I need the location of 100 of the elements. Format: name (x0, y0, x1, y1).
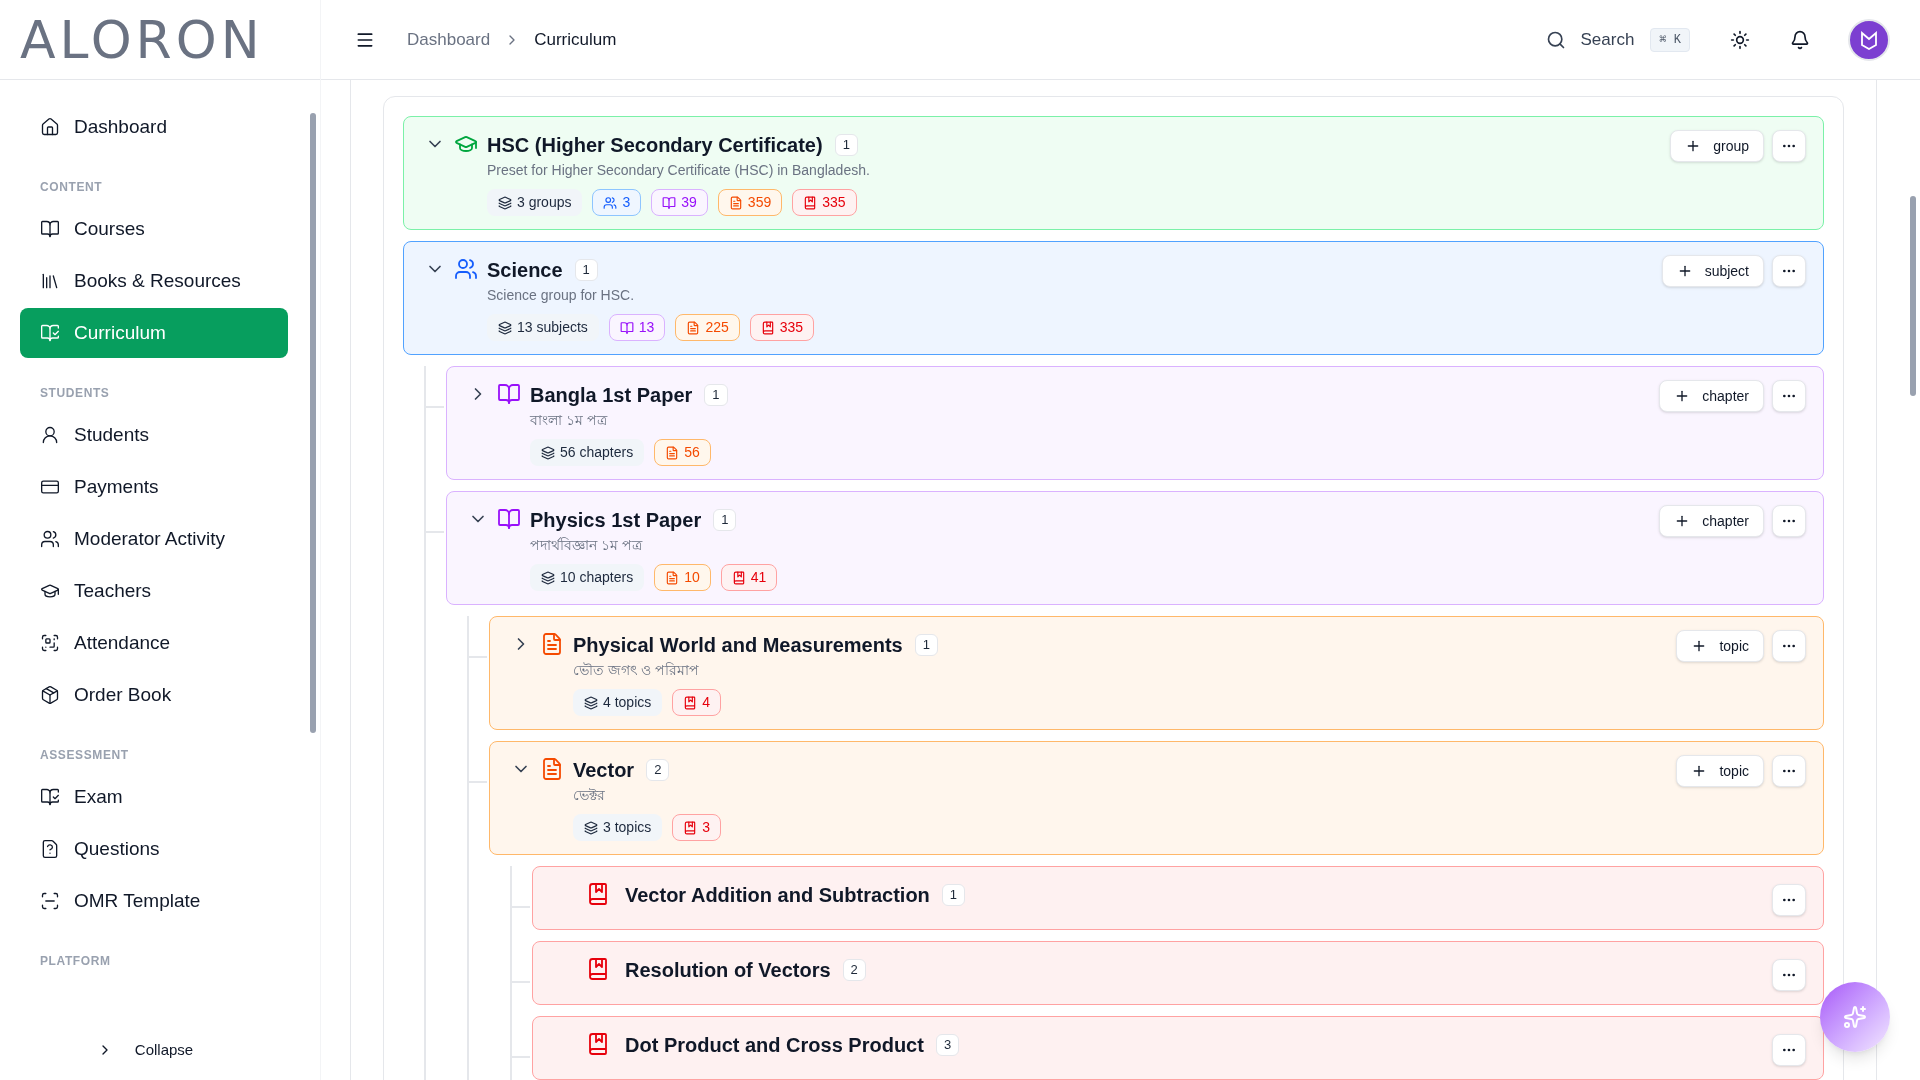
breadcrumb-link[interactable]: Dashboard (407, 26, 491, 53)
count-badge: 1 (704, 384, 728, 406)
nav-item[interactable]: Dashboard (20, 102, 288, 152)
document-icon (686, 320, 701, 335)
bookmark-book-icon (731, 570, 746, 585)
node-title: Science (487, 258, 563, 283)
book-check-icon (40, 323, 60, 343)
count-badge: 1 (941, 884, 966, 906)
add-button[interactable]: chapter (1659, 380, 1764, 412)
node-title: Resolution of Vectors (625, 958, 831, 983)
stat-pill: 3 (592, 189, 642, 216)
stat-pill: 41 (720, 564, 778, 591)
count-badge: 3 (935, 1034, 960, 1056)
bookmark-book-icon (683, 695, 698, 710)
qr-code-icon (40, 633, 60, 653)
book-check-icon (40, 787, 60, 807)
add-button[interactable]: chapter (1659, 505, 1764, 537)
nav-item[interactable]: Order Book (20, 670, 288, 720)
node-title: HSC (Higher Secondary Certificate) (487, 133, 823, 158)
node-title: Dot Product and Cross Product (625, 1033, 924, 1058)
stat-pill: 4 (672, 689, 722, 716)
stat-pill: 3 topics (573, 814, 663, 841)
count-badge: 1 (713, 509, 737, 531)
count-badge: 2 (842, 959, 866, 981)
section-heading: ASSESSMENT (39, 747, 130, 764)
nav-item[interactable]: Exam (20, 772, 288, 822)
count-badge: 1 (834, 134, 858, 156)
add-button[interactable]: topic (1676, 755, 1764, 787)
nav-item[interactable]: Teachers (20, 566, 288, 616)
search-button[interactable]: Search (1546, 26, 1635, 53)
nav-item[interactable]: Students (20, 410, 288, 460)
node-title: Physics 1st Paper (530, 508, 702, 533)
book-icon (497, 382, 521, 406)
stat-pill: 39 (651, 189, 708, 216)
sun-icon (1730, 29, 1750, 50)
node-title: Physical World and Measurements (573, 633, 903, 658)
bookmark-book-icon (683, 820, 698, 835)
question-file-icon (40, 839, 60, 859)
stat-pill: 3 (672, 814, 722, 841)
node-description: বাংলা ১ম পত্র (530, 411, 609, 430)
nav-item[interactable]: Courses (20, 204, 288, 254)
stat-pill: 56 (654, 439, 711, 466)
avatar[interactable] (1848, 18, 1890, 61)
section-heading: PLATFORM (39, 953, 112, 970)
scan-icon (40, 891, 60, 911)
avatar-icon (1859, 29, 1879, 50)
document-icon (728, 195, 743, 210)
add-button[interactable]: subject (1661, 255, 1764, 287)
bell-icon (1790, 29, 1810, 50)
add-button[interactable]: group (1670, 130, 1764, 162)
stat-pill: 225 (675, 314, 740, 341)
layers-icon (541, 570, 555, 585)
home-icon (40, 117, 60, 137)
count-badge: 1 (574, 259, 598, 281)
document-icon (665, 445, 680, 460)
shortcut-key: ⌘ K (1650, 27, 1690, 52)
section-heading: STUDENTS (39, 385, 111, 402)
logo: ALORON (20, 13, 264, 66)
sparkles-icon (1843, 1005, 1867, 1029)
bookmark-book-icon (586, 882, 610, 906)
section-heading: CONTENT (39, 179, 104, 196)
document-icon (665, 570, 680, 585)
stat-pill: 335 (749, 314, 815, 341)
node-title: Vector (573, 758, 635, 783)
nav-item[interactable]: Moderator Activity (20, 514, 288, 564)
stat-pill: 335 (792, 189, 857, 216)
book-icon (40, 219, 60, 239)
user-icon (40, 425, 60, 445)
layers-icon (584, 695, 598, 710)
nav-item[interactable]: Attendance (20, 618, 288, 668)
nav-item[interactable]: Questions (20, 824, 288, 874)
nav-item[interactable]: Payments (20, 462, 288, 512)
stat-pill: 13 subjects (487, 314, 599, 341)
layers-icon (498, 195, 512, 210)
nav-item[interactable]: OMR Template (20, 876, 288, 926)
package-icon (40, 685, 60, 705)
assistant-button[interactable] (1820, 982, 1890, 1052)
stat-pill: 13 (608, 314, 666, 341)
search-icon (1546, 29, 1567, 50)
breadcrumb-current: Curriculum (534, 28, 617, 51)
stat-pill: 3 groups (487, 189, 583, 216)
books-icon (40, 271, 60, 291)
collapse-button[interactable]: Collapse (96, 1038, 194, 1062)
count-badge: 2 (646, 759, 670, 781)
document-icon (540, 757, 564, 781)
add-button[interactable]: topic (1676, 630, 1764, 662)
node-title: Bangla 1st Paper (530, 383, 693, 408)
node-description: Preset for Higher Secondary Certificate (HSC) in Bangladesh. (487, 161, 871, 180)
bookmark-book-icon (803, 195, 818, 210)
bookmark-book-icon (586, 1032, 610, 1056)
book-icon (619, 320, 634, 335)
stat-pill: 359 (717, 189, 783, 216)
nav-item[interactable]: Books & Resources (20, 256, 288, 306)
node-description: ভেক্টর (573, 786, 606, 805)
bookmark-book-icon (760, 320, 775, 335)
stat-pill: 10 (654, 564, 711, 591)
layers-icon (498, 320, 512, 335)
book-icon (497, 507, 521, 531)
node-title: Vector Addition and Subtraction (625, 883, 930, 908)
bookmark-book-icon (586, 957, 610, 981)
